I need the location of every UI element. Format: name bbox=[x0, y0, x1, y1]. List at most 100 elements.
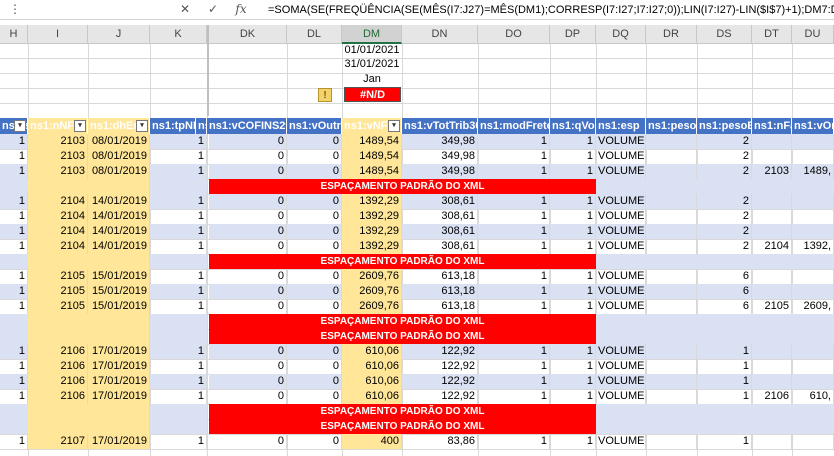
cell-dq[interactable]: VOLUME bbox=[596, 284, 646, 299]
cell-dp[interactable]: 1 bbox=[550, 299, 596, 314]
table-header-cell[interactable]: ns1:vCOFINS29 bbox=[207, 118, 287, 134]
cell-h[interactable]: 1 bbox=[0, 209, 28, 224]
cell-j[interactable]: 15/01/2019 bbox=[88, 299, 150, 314]
table-header-cell[interactable]: ns1:vTotTrib30 bbox=[402, 118, 478, 134]
column-header-dl[interactable]: DL bbox=[287, 25, 342, 44]
table-header-cell[interactable]: ns1:vNF ▾ bbox=[342, 118, 402, 134]
cell-h[interactable]: 1 bbox=[0, 224, 28, 239]
cell-empty[interactable] bbox=[646, 374, 697, 389]
cell-dq[interactable]: VOLUME bbox=[596, 344, 646, 359]
cell-j[interactable]: 17/01/2019 bbox=[88, 389, 150, 404]
table-header-cell[interactable]: ns1:ser▾ bbox=[0, 118, 28, 134]
cell-h[interactable]: 1 bbox=[0, 239, 28, 254]
cell-j[interactable]: 17/01/2019 bbox=[88, 434, 150, 449]
cell-h[interactable]: 1 bbox=[0, 269, 28, 284]
cell-dm[interactable]: 1392,29 bbox=[342, 209, 402, 224]
cell-dl[interactable]: 0 bbox=[287, 209, 342, 224]
cell-dt[interactable] bbox=[752, 224, 792, 239]
cell-dk[interactable]: 0 bbox=[209, 134, 287, 149]
cell-dm[interactable]: 1489,54 bbox=[342, 164, 402, 179]
column-header-dn[interactable]: DN bbox=[402, 25, 478, 44]
cell-do[interactable]: 1 bbox=[478, 269, 550, 284]
cell-empty[interactable] bbox=[646, 344, 697, 359]
cell-dk[interactable]: 0 bbox=[209, 299, 287, 314]
cell-dl[interactable]: 0 bbox=[287, 374, 342, 389]
row-cell-empty[interactable] bbox=[0, 254, 28, 269]
column-header-i[interactable]: I bbox=[28, 25, 88, 44]
cell-dn[interactable]: 308,61 bbox=[402, 224, 478, 239]
cell-empty[interactable] bbox=[646, 224, 697, 239]
cell-dp[interactable]: 1 bbox=[550, 134, 596, 149]
cell-du[interactable] bbox=[792, 284, 834, 299]
cell-ds[interactable]: 2 bbox=[697, 239, 752, 254]
cell-i[interactable]: 2105 bbox=[28, 269, 88, 284]
cell-do[interactable]: 1 bbox=[478, 134, 550, 149]
cell-du[interactable] bbox=[792, 359, 834, 374]
cell-h[interactable]: 1 bbox=[0, 164, 28, 179]
cell-do[interactable]: 1 bbox=[478, 164, 550, 179]
cell-dn[interactable]: 122,92 bbox=[402, 389, 478, 404]
cell-k[interactable]: 1 bbox=[150, 194, 207, 209]
cell-j[interactable]: 14/01/2019 bbox=[88, 224, 150, 239]
formula-input[interactable]: =SOMA(SE(FREQÜÊNCIA(SE(MÊS(I7:J27)=MÊS(D… bbox=[268, 0, 834, 20]
row-cell-empty[interactable] bbox=[0, 419, 28, 434]
cell-i[interactable]: 2104 bbox=[28, 224, 88, 239]
cell-h[interactable]: 1 bbox=[0, 134, 28, 149]
cell-empty[interactable] bbox=[646, 149, 697, 164]
cell-i[interactable]: 2103 bbox=[28, 149, 88, 164]
row-cell-empty[interactable] bbox=[596, 254, 834, 269]
cell-empty[interactable] bbox=[646, 284, 697, 299]
cell-k[interactable]: 1 bbox=[150, 374, 207, 389]
cell-dm[interactable]: 610,06 bbox=[342, 389, 402, 404]
cell-do[interactable]: 1 bbox=[478, 389, 550, 404]
xml-spacing-banner[interactable]: ESPAÇAMENTO PADRÃO DO XML bbox=[209, 179, 596, 195]
cell-do[interactable]: 1 bbox=[478, 224, 550, 239]
cell-i[interactable]: 2106 bbox=[28, 389, 88, 404]
cell-do[interactable]: 1 bbox=[478, 194, 550, 209]
cell-h[interactable]: 1 bbox=[0, 284, 28, 299]
cell-empty[interactable] bbox=[646, 359, 697, 374]
more-options-icon[interactable]: ⋮ bbox=[6, 1, 24, 18]
cell-du[interactable]: 1489, bbox=[792, 164, 834, 179]
cell-dp[interactable]: 1 bbox=[550, 209, 596, 224]
cell-dt[interactable] bbox=[752, 209, 792, 224]
cell-dm[interactable]: 610,06 bbox=[342, 374, 402, 389]
row-cell-empty[interactable] bbox=[0, 314, 28, 329]
cell-dp[interactable]: 1 bbox=[550, 194, 596, 209]
row-cell-empty[interactable] bbox=[0, 179, 28, 194]
cell-dl[interactable]: 0 bbox=[287, 164, 342, 179]
cell-ds[interactable]: 1 bbox=[697, 374, 752, 389]
cell-i[interactable]: 2106 bbox=[28, 374, 88, 389]
cell-dp[interactable]: 1 bbox=[550, 224, 596, 239]
row-cell-empty[interactable] bbox=[596, 404, 834, 419]
cell-empty[interactable] bbox=[646, 134, 697, 149]
cell-du[interactable] bbox=[792, 434, 834, 449]
cell-dn[interactable]: 308,61 bbox=[402, 239, 478, 254]
cell-k[interactable]: 1 bbox=[150, 389, 207, 404]
cell-dt[interactable]: 2104 bbox=[752, 239, 792, 254]
cell-j[interactable]: 17/01/2019 bbox=[88, 374, 150, 389]
cell-empty[interactable] bbox=[646, 389, 697, 404]
cell-j[interactable]: 15/01/2019 bbox=[88, 269, 150, 284]
cell-dt[interactable] bbox=[752, 134, 792, 149]
cell-ds[interactable]: 6 bbox=[697, 269, 752, 284]
cell-do[interactable]: 1 bbox=[478, 434, 550, 449]
row-cell-yellow[interactable] bbox=[28, 404, 150, 419]
cell-dp[interactable]: 1 bbox=[550, 344, 596, 359]
cell-dq[interactable]: VOLUME bbox=[596, 224, 646, 239]
cell-i[interactable]: 2103 bbox=[28, 164, 88, 179]
cell-dn[interactable]: 122,92 bbox=[402, 359, 478, 374]
cell-dq[interactable]: VOLUME bbox=[596, 299, 646, 314]
xml-spacing-banner[interactable]: ESPAÇAMENTO PADRÃO DO XML bbox=[209, 329, 596, 345]
cell-ds[interactable]: 6 bbox=[697, 284, 752, 299]
cell-dp[interactable]: 1 bbox=[550, 434, 596, 449]
row-cell-empty[interactable] bbox=[150, 179, 207, 194]
cell-k[interactable]: 1 bbox=[150, 299, 207, 314]
cell-du[interactable] bbox=[792, 149, 834, 164]
cell-dp[interactable]: 1 bbox=[550, 389, 596, 404]
cell-j[interactable]: 15/01/2019 bbox=[88, 284, 150, 299]
cell-dn[interactable]: 308,61 bbox=[402, 209, 478, 224]
cell-empty[interactable] bbox=[646, 164, 697, 179]
cell-du[interactable] bbox=[792, 134, 834, 149]
cell-i[interactable]: 2106 bbox=[28, 344, 88, 359]
